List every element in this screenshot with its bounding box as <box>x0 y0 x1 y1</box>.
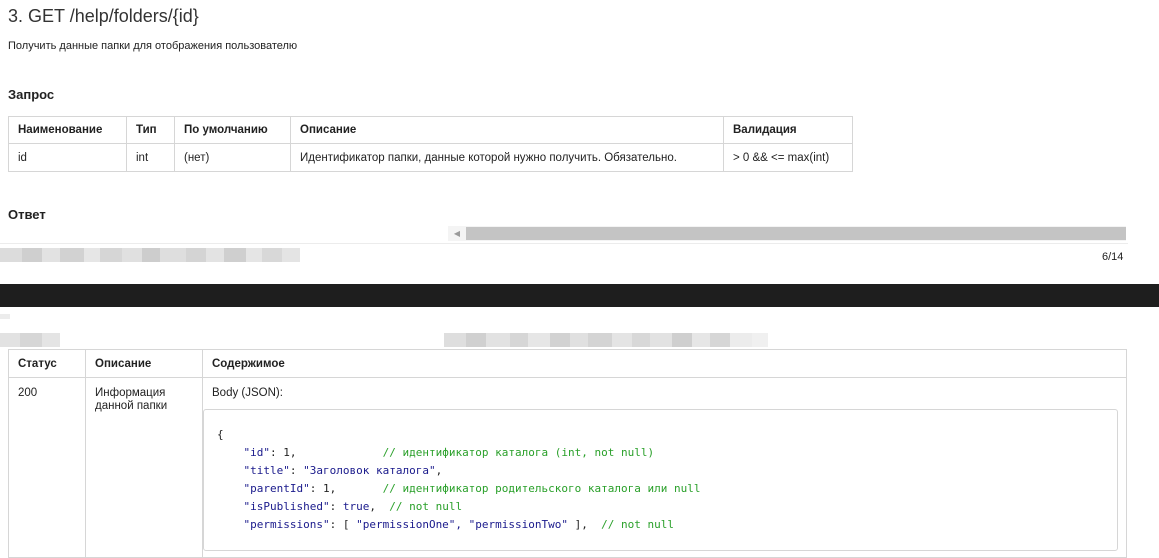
col-header-content: Содержимое <box>202 349 1127 378</box>
col-header-description: Описание <box>290 116 724 144</box>
table-header-row: Наименование Тип По умолчанию Описание В… <box>8 116 853 144</box>
col-header-name: Наименование <box>8 116 127 144</box>
col-header-description: Описание <box>85 349 203 378</box>
cell-default: (нет) <box>174 143 291 172</box>
cell-validation: > 0 && <= max(int) <box>723 143 853 172</box>
col-header-type: Тип <box>126 116 175 144</box>
code-comment-permissions: // not null <box>601 518 674 531</box>
code-rest-ispublished: : <box>329 500 343 513</box>
json-code-block: { "id": 1, // идентификатор каталога (in… <box>203 409 1118 551</box>
code-value-ispublished: true <box>342 500 370 513</box>
code-rest-parentid: : 1, <box>309 482 337 495</box>
blurred-header-center <box>444 333 768 347</box>
col-header-default: По умолчанию <box>174 116 291 144</box>
blurred-header-left <box>0 333 60 347</box>
col-header-validation: Валидация <box>723 116 853 144</box>
code-after-title: , <box>435 464 443 477</box>
cell-status: 200 <box>8 377 86 558</box>
blurred-footer-text <box>0 248 300 262</box>
request-heading: Запрос <box>8 87 55 102</box>
cell-name: id <box>8 143 127 172</box>
body-label: Body (JSON): <box>212 387 283 399</box>
cell-description-text: Информация данной папки <box>95 387 168 412</box>
col-header-status: Статус <box>8 349 86 378</box>
cell-description: Информация данной папки <box>85 377 203 558</box>
cell-type: int <box>126 143 175 172</box>
divider <box>0 243 1128 244</box>
scrollbar-thumb[interactable] <box>466 227 1126 240</box>
table-row: id int (нет) Идентификатор папки, данные… <box>8 143 853 172</box>
page-number: 6/14 <box>1102 251 1124 263</box>
code-key-parentid: "parentId" <box>243 482 310 495</box>
response-heading: Ответ <box>8 207 46 222</box>
page-separator <box>0 284 1159 307</box>
code-rest-permissions: : [ <box>329 518 357 531</box>
code-after-permissions: ], <box>568 518 602 531</box>
cell-description: Идентификатор папки, данные которой нужн… <box>290 143 724 172</box>
code-comment-ispublished: // not null <box>389 500 463 513</box>
code-comment-parentid: // идентификатор родительского каталога … <box>382 482 701 495</box>
code-pad <box>297 446 383 459</box>
code-rest-title: : <box>289 464 304 477</box>
table-header-row: Статус Описание Содержимое <box>8 349 1127 378</box>
code-key-title: "title" <box>243 464 290 477</box>
blurred-corner-mark <box>0 314 10 319</box>
code-comment-id: // идентификатор каталога (int, not null… <box>382 446 655 459</box>
scroll-left-arrow-icon[interactable]: ◀ <box>448 226 466 241</box>
code-key-permissions: "permissions" <box>243 518 330 531</box>
code-open-brace: { <box>217 428 224 441</box>
endpoint-description: Получить данные папки для отображения по… <box>8 40 298 52</box>
request-params-table: Наименование Тип По умолчанию Описание В… <box>8 116 853 172</box>
page-title: 3. GET /help/folders/{id} <box>8 6 199 26</box>
code-value-title: "Заголовок каталога" <box>303 464 436 477</box>
code-key-id: "id" <box>243 446 271 459</box>
code-pad <box>336 482 382 495</box>
json-code: { "id": 1, // идентификатор каталога (in… <box>217 426 1117 534</box>
code-key-ispublished: "isPublished" <box>243 500 330 513</box>
code-value-permissions: "permissionOne", "permissionTwo" <box>356 518 569 531</box>
code-rest-id: : 1, <box>270 446 297 459</box>
code-after-ispublished: , <box>369 500 390 513</box>
